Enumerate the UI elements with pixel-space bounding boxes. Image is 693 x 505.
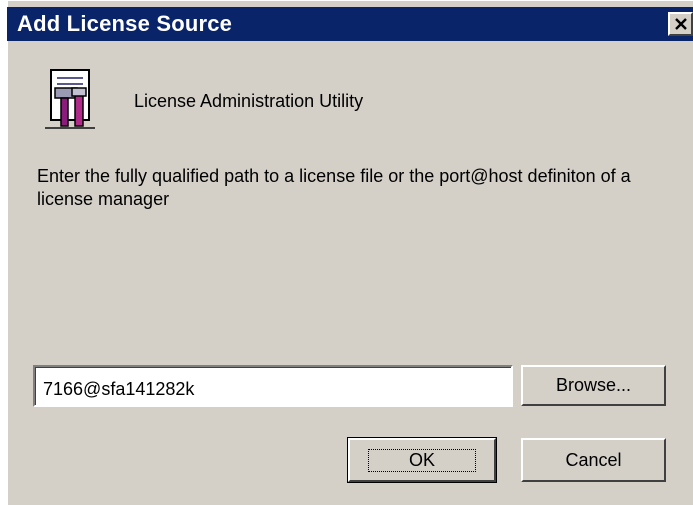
license-path-input[interactable]	[33, 365, 513, 407]
close-icon	[674, 18, 687, 30]
close-button[interactable]	[668, 12, 693, 36]
license-utility-icon	[43, 64, 97, 134]
browse-button[interactable]: Browse...	[521, 365, 666, 406]
add-license-source-dialog	[7, 0, 693, 505]
cancel-button[interactable]: Cancel	[521, 438, 666, 482]
ok-button[interactable]: OK	[347, 437, 497, 483]
ok-button-label: OK	[367, 448, 476, 472]
dialog-title: Add License Source	[17, 11, 233, 36]
instructions-text: Enter the fully qualified path to a lice…	[37, 166, 631, 209]
title-bar[interactable]: Add License Source	[7, 7, 693, 41]
app-name-label: License Administration Utility	[134, 91, 364, 111]
